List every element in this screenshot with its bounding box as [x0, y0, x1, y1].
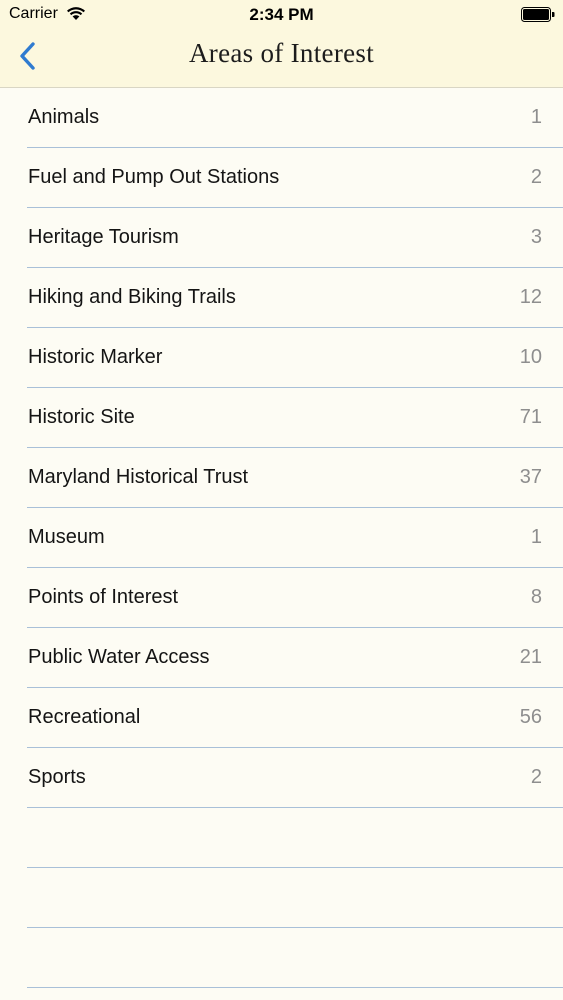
list-item[interactable]: Recreational 56	[27, 688, 563, 748]
list-item-count: 37	[519, 466, 542, 488]
list-item[interactable]: Maryland Historical Trust 37	[27, 448, 563, 508]
status-bar: Carrier 2:34 PM	[0, 0, 563, 30]
battery-icon	[521, 7, 555, 22]
list-item[interactable]: Public Water Access 21	[27, 628, 563, 688]
list-item-count: 8	[530, 586, 542, 608]
list-item-count: 2	[530, 766, 542, 788]
list-item-label: Fuel and Pump Out Stations	[28, 166, 280, 188]
list-item[interactable]: Heritage Tourism 3	[27, 208, 563, 268]
empty-row-separator	[27, 868, 563, 928]
list-item-count: 10	[519, 346, 542, 368]
page-title: Areas of Interest	[188, 38, 375, 68]
empty-row-separator	[27, 928, 563, 988]
list-item-label: Sports	[28, 766, 86, 788]
list-item-count: 56	[519, 706, 542, 728]
list-item-count: 2	[530, 166, 542, 188]
list-item-count: 1	[530, 106, 542, 128]
list-item[interactable]: Sports 2	[27, 748, 563, 808]
list-item[interactable]: Animals 1	[27, 88, 563, 148]
list-item[interactable]: Historic Site 71	[27, 388, 563, 448]
list-item-count: 21	[519, 646, 542, 668]
list-item[interactable]: Points of Interest 8	[27, 568, 563, 628]
status-time: 2:34 PM	[249, 5, 314, 24]
category-list: Animals 1 Fuel and Pump Out Stations 2 Herit…	[0, 88, 563, 988]
list-item[interactable]: Fuel and Pump Out Stations 2	[27, 148, 563, 208]
list-item-count: 1	[530, 526, 542, 548]
chevron-left-icon	[18, 41, 38, 76]
list-item-label: Recreational	[28, 706, 141, 728]
list-item[interactable]: Museum 1	[27, 508, 563, 568]
navigation-header: Carrier 2:34 PM Areas of Interest	[0, 0, 563, 88]
list-item[interactable]: Historic Marker 10	[27, 328, 563, 388]
list-item-label: Points of Interest	[28, 586, 179, 608]
list-item-label: Heritage Tourism	[28, 226, 179, 248]
list-item-label: Animals	[28, 106, 100, 128]
list-item-label: Historic Site	[28, 406, 135, 428]
list-item-label: Maryland Historical Trust	[28, 466, 249, 488]
list-item-count: 12	[519, 286, 542, 308]
list-item[interactable]: Hiking and Biking Trails 12	[27, 268, 563, 328]
empty-row-separator	[27, 808, 563, 868]
list-item-count: 3	[530, 226, 542, 248]
list-item-label: Hiking and Biking Trails	[28, 286, 236, 308]
list-item-label: Historic Marker	[28, 346, 163, 368]
back-button[interactable]	[8, 38, 48, 78]
list-item-label: Museum	[28, 526, 105, 548]
list-item-count: 71	[519, 406, 542, 428]
list-item-label: Public Water Access	[28, 646, 210, 668]
